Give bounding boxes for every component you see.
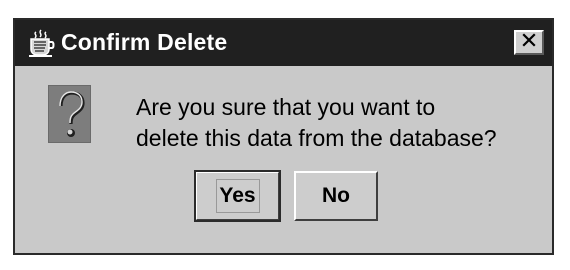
confirmation-message: Are you sure that you want to delete thi… [136,92,541,154]
close-icon [521,32,537,53]
title-bar[interactable]: Confirm Delete [15,20,552,66]
confirm-delete-dialog: Confirm Delete Are you sure that you wan… [13,18,554,255]
coffee-cup-icon [26,28,56,58]
yes-button-label: Yes [219,184,256,207]
yes-button[interactable]: Yes [194,170,281,222]
dialog-content: Are you sure that you want to delete thi… [15,66,552,253]
question-mark-icon [48,85,91,143]
message-line-2: delete this data from the database? [136,125,497,151]
no-button-label: No [322,184,350,207]
window-title: Confirm Delete [61,29,228,55]
message-line-1: Are you sure that you want to [136,94,436,120]
no-button[interactable]: No [294,171,378,221]
close-button[interactable] [514,30,544,55]
yes-focus-indicator: Yes [215,179,260,213]
